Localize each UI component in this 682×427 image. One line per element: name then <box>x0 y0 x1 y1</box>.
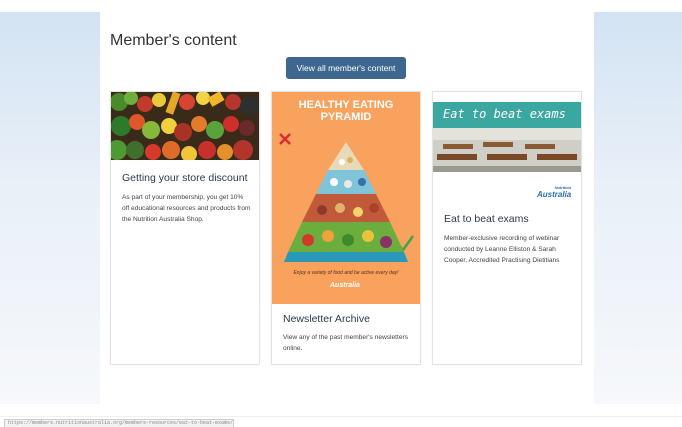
classroom-photo <box>433 128 581 172</box>
card-eat-to-beat-exams[interactable]: Eat to beat exams Nutrition Australia Ea… <box>432 91 582 365</box>
card-title[interactable]: Newsletter Archive <box>283 313 370 325</box>
banner-text: Eat to beat exams <box>443 107 566 121</box>
nutrition-australia-logo: Australia <box>330 282 360 289</box>
logo-text: Australia <box>330 282 360 289</box>
page-background-right <box>594 12 682 404</box>
classroom-banner-image[interactable]: Eat to beat exams Nutrition Australia <box>433 92 581 204</box>
card-title[interactable]: Getting your store discount <box>122 172 247 184</box>
footer-divider <box>0 416 682 417</box>
food-pyramid-illustration <box>279 133 415 262</box>
fruit-vegetables-image[interactable] <box>111 92 259 160</box>
card-title[interactable]: Eat to beat exams <box>444 213 529 225</box>
card-store-discount[interactable]: Getting your store discount As part of y… <box>110 91 260 365</box>
poster-headline: HEALTHY EATING PYRAMID <box>298 99 394 123</box>
poster-tagline: Enjoy a variety of food and be active ev… <box>293 270 399 276</box>
card-newsletter-archive[interactable]: HEALTHY EATING PYRAMID Enjoy a variety o… <box>271 91 421 365</box>
healthy-eating-pyramid-image[interactable]: HEALTHY EATING PYRAMID Enjoy a variety o… <box>272 92 420 304</box>
section-heading: Member's content <box>110 32 237 49</box>
banner-brand-logo: Nutrition Australia <box>537 185 572 200</box>
view-all-members-content-button[interactable]: View all member's content <box>286 57 406 79</box>
card-description: View any of the past member's newsletter… <box>283 334 409 352</box>
card-description: Member-exclusive recording of webinar co… <box>444 235 560 264</box>
members-content-section: Member's content View all member's conte… <box>100 12 594 404</box>
card-description: As part of your membership, you get 10% … <box>122 194 251 223</box>
browser-status-bar: https://members.nutritionaustralia.org/m… <box>4 419 234 427</box>
page-background-left <box>0 12 100 404</box>
